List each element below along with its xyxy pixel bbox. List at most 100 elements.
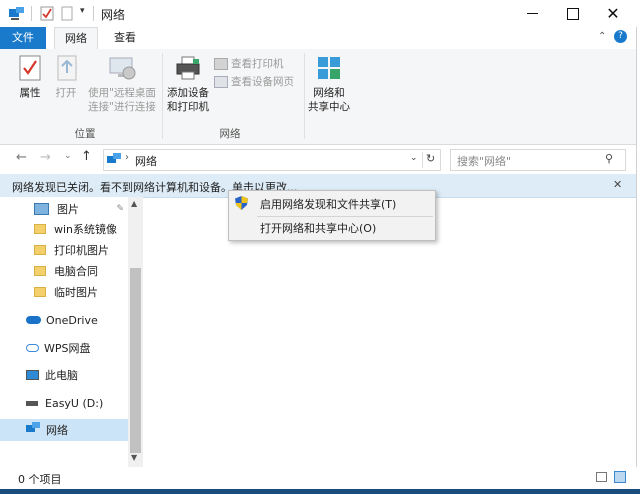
pictures-icon bbox=[34, 203, 49, 215]
scroll-thumb[interactable] bbox=[130, 268, 141, 453]
breadcrumb-chevron-icon[interactable]: › bbox=[125, 152, 129, 163]
qat-customize-icon[interactable]: ▾ bbox=[80, 6, 85, 16]
folder-icon bbox=[34, 266, 46, 276]
nav-label: EasyU (D:) bbox=[45, 396, 104, 410]
pin-icon[interactable]: ✎ bbox=[116, 204, 124, 214]
new-folder-qat-icon[interactable] bbox=[61, 6, 73, 24]
window-title: 网络 bbox=[101, 8, 126, 22]
taskbar-edge bbox=[0, 489, 640, 494]
nav-item-onedrive[interactable]: OneDrive bbox=[26, 310, 98, 330]
tab-file[interactable]: 文件 bbox=[0, 27, 46, 49]
network-center-button[interactable]: 网络和 共享中心 bbox=[306, 55, 352, 117]
shield-icon bbox=[235, 195, 248, 213]
network-center-label-2: 共享中心 bbox=[308, 101, 350, 113]
window-border bbox=[636, 27, 640, 489]
close-button[interactable]: ✕ bbox=[590, 0, 636, 27]
open-icon bbox=[56, 55, 78, 84]
properties-icon bbox=[19, 55, 41, 84]
back-icon[interactable]: ← bbox=[16, 150, 27, 165]
nav-label: 此电脑 bbox=[45, 369, 78, 382]
scroll-up-icon[interactable]: ▲ bbox=[131, 199, 137, 208]
nav-label: WPS网盘 bbox=[44, 342, 91, 355]
address-box[interactable]: › 网络 ⌄ ↻ bbox=[103, 149, 441, 171]
address-network-icon bbox=[107, 153, 122, 169]
search-placeholder: 搜索"网络" bbox=[457, 155, 512, 168]
nav-item-temp-pictures[interactable]: 临时图片 bbox=[34, 282, 98, 302]
network-center-icon bbox=[316, 55, 342, 84]
view-device-page-button[interactable]: 查看设备网页 bbox=[214, 74, 304, 90]
breadcrumb-network[interactable]: 网络 bbox=[135, 153, 157, 169]
nav-label: 电脑合同 bbox=[54, 265, 98, 278]
qat-separator bbox=[31, 6, 32, 21]
search-input[interactable]: 搜索"网络" ⚲ bbox=[450, 149, 626, 171]
up-icon[interactable]: ↑ bbox=[81, 149, 92, 164]
menu-item-label: 打开网络和共享中心(O) bbox=[260, 222, 377, 235]
open-label: 打开 bbox=[55, 87, 77, 99]
nav-label: 图片 bbox=[57, 203, 79, 216]
scroll-down-icon[interactable]: ▼ bbox=[131, 453, 137, 462]
network-nav-icon bbox=[26, 422, 41, 438]
menu-item-enable-discovery[interactable]: 启用网络发现和文件共享(T) bbox=[229, 193, 435, 215]
minimize-button[interactable] bbox=[509, 0, 555, 27]
view-printers-label: 查看打印机 bbox=[231, 57, 284, 70]
nav-item-wps-drive[interactable]: WPS网盘 bbox=[26, 338, 91, 358]
menu-item-open-network-center[interactable]: 打开网络和共享中心(O) bbox=[229, 217, 435, 239]
nav-label: win系统镜像 bbox=[54, 223, 118, 236]
open-button[interactable]: 打开 bbox=[48, 55, 84, 105]
nav-item-pc-contracts[interactable]: 电脑合同 bbox=[34, 261, 98, 281]
help-icon[interactable]: ? bbox=[614, 30, 627, 43]
view-printers-button[interactable]: 查看打印机 bbox=[214, 56, 300, 72]
nav-label: 网络 bbox=[46, 424, 68, 437]
ribbon-separator bbox=[162, 53, 163, 139]
drive-icon bbox=[26, 400, 38, 406]
nav-item-network[interactable]: 网络 bbox=[0, 419, 128, 441]
folder-icon bbox=[34, 224, 46, 234]
address-separator bbox=[422, 152, 423, 168]
remote-desktop-label-2: 连接"进行连接 bbox=[88, 101, 156, 113]
minimize-icon bbox=[526, 13, 538, 14]
ribbon: 属性 打开 使用"远程桌面 连接"进行连接 位置 添加设备 和打印机 查看打印机… bbox=[0, 49, 640, 145]
cloud-icon bbox=[26, 316, 41, 324]
details-view-icon[interactable] bbox=[596, 472, 607, 482]
remote-desktop-button[interactable]: 使用"远程桌面 连接"进行连接 bbox=[84, 55, 160, 117]
network-center-label-1: 网络和 bbox=[313, 87, 345, 99]
device-page-icon bbox=[214, 76, 228, 88]
add-devices-label-1: 添加设备 bbox=[167, 87, 209, 99]
group-location-label: 位置 bbox=[74, 128, 96, 140]
view-printers-icon bbox=[214, 58, 228, 70]
nav-label: OneDrive bbox=[46, 313, 98, 327]
menu-item-label: 启用网络发现和文件共享(T) bbox=[260, 198, 397, 211]
ribbon-separator bbox=[304, 53, 305, 139]
collapse-ribbon-icon[interactable]: ⌃ bbox=[598, 31, 606, 42]
recent-locations-icon[interactable]: ⌄ bbox=[64, 151, 72, 161]
nav-item-win-images[interactable]: win系统镜像 bbox=[34, 219, 117, 239]
address-dropdown-icon[interactable]: ⌄ bbox=[410, 153, 418, 163]
properties-qat-icon[interactable] bbox=[40, 6, 54, 24]
group-network-label: 网络 bbox=[219, 128, 241, 140]
nav-item-drive-d[interactable]: EasyU (D:) bbox=[26, 393, 103, 413]
add-devices-label-2: 和打印机 bbox=[167, 101, 209, 113]
add-devices-button[interactable]: 添加设备 和打印机 bbox=[164, 55, 212, 117]
close-icon: ✕ bbox=[606, 4, 620, 23]
computer-icon bbox=[26, 370, 39, 380]
nav-item-this-pc[interactable]: 此电脑 bbox=[26, 365, 78, 385]
forward-icon[interactable]: → bbox=[40, 150, 51, 165]
properties-label: 属性 bbox=[19, 87, 41, 99]
wps-cloud-icon bbox=[26, 344, 39, 352]
large-icons-view-icon[interactable] bbox=[614, 471, 626, 483]
nav-item-pictures[interactable]: 图片 ✎ bbox=[34, 199, 128, 219]
tab-network[interactable]: 网络 bbox=[54, 27, 98, 51]
remote-desktop-label-1: 使用"远程桌面 bbox=[88, 87, 156, 99]
printer-icon bbox=[175, 55, 201, 84]
refresh-icon[interactable]: ↻ bbox=[426, 152, 435, 165]
search-icon[interactable]: ⚲ bbox=[605, 152, 613, 165]
item-count: 0 个项目 bbox=[18, 473, 62, 486]
tab-view[interactable]: 查看 bbox=[104, 27, 146, 49]
network-icon bbox=[8, 6, 26, 24]
properties-button[interactable]: 属性 bbox=[10, 55, 50, 105]
nav-label: 临时图片 bbox=[54, 286, 98, 299]
nav-item-printer-pictures[interactable]: 打印机图片 bbox=[34, 240, 109, 260]
ribbon-tabs: 文件 网络 查看 ⌃ ? bbox=[0, 27, 640, 51]
title-bar: ▾ 网络 ✕ bbox=[0, 0, 640, 27]
info-bar-close-icon[interactable]: ✕ bbox=[613, 178, 622, 191]
